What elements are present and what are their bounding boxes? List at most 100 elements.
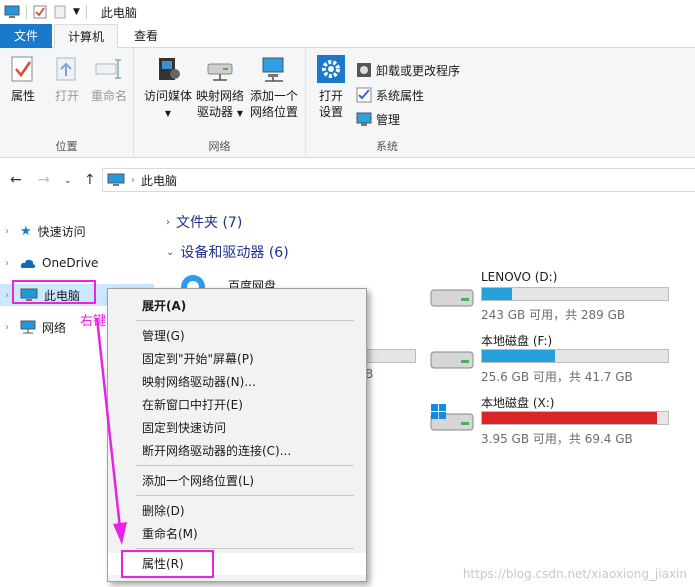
context-menu-item[interactable]: 在新窗口中打开(E) bbox=[108, 394, 366, 416]
recent-locations-chevron-icon[interactable]: ⌄ bbox=[64, 176, 72, 186]
context-menu-item[interactable]: 断开网络驱动器的连接(C)... bbox=[108, 440, 366, 462]
settings-gear-icon bbox=[317, 55, 345, 83]
properties-button[interactable]: 属性 bbox=[6, 54, 40, 104]
nav-item-quick-access[interactable]: › ★ 快速访问 bbox=[0, 220, 86, 242]
context-menu-item[interactable]: 管理(G) bbox=[108, 325, 366, 347]
address-path: 此电脑 bbox=[141, 173, 178, 188]
media-icon bbox=[159, 58, 180, 80]
tab-file[interactable]: 文件 bbox=[0, 24, 52, 48]
watermark: https://blog.csdn.net/xiaoxiong_jiaxin bbox=[462, 567, 687, 581]
nav-item-network[interactable]: › 网络 bbox=[0, 316, 66, 338]
cloud-icon bbox=[20, 259, 36, 268]
ribbon: 属性 打开 重命名 位置 访问媒体 ▼ 映射网络 驱动器 ▼ 添加一个 网络位置 bbox=[0, 48, 695, 158]
network-icon bbox=[20, 320, 36, 334]
menu-separator bbox=[136, 495, 354, 496]
folders-section-label: 文件夹 (7) bbox=[176, 215, 243, 231]
tab-computer[interactable]: 计算机 bbox=[54, 24, 118, 49]
rename-label: 重命名 bbox=[90, 89, 127, 103]
uninstall-program-button[interactable]: 卸载或更改程序 bbox=[356, 60, 460, 80]
nav-onedrive-label: OneDrive bbox=[42, 256, 99, 270]
network-location-icon bbox=[262, 57, 284, 82]
context-menu: 展开(A) 管理(G) 固定到"开始"屏幕(P) 映射网络驱动器(N)... 在新窗口中… bbox=[107, 288, 367, 582]
windows-drive-icon bbox=[430, 404, 474, 431]
open-settings-label-2: 设置 bbox=[318, 105, 343, 119]
address-toolbar: ← → ⌄ ↑ › 此电脑 bbox=[0, 158, 695, 202]
map-drive-label-2: 驱动器 bbox=[197, 105, 234, 119]
hard-drive-icon bbox=[430, 289, 474, 307]
access-media-label: 访问媒体 bbox=[143, 89, 192, 103]
context-menu-item[interactable]: 删除(D) bbox=[108, 500, 366, 522]
computer-icon bbox=[4, 5, 20, 18]
title-separator-2 bbox=[85, 5, 87, 19]
context-menu-item[interactable]: 重命名(M) bbox=[108, 523, 366, 545]
collapse-chevron-icon[interactable]: ⌄ bbox=[166, 247, 174, 258]
folders-section-header[interactable]: › 文件夹 (7) bbox=[166, 212, 242, 232]
manage-button[interactable]: 管理 bbox=[356, 109, 400, 129]
back-arrow-icon[interactable]: ← bbox=[10, 172, 22, 188]
tab-view[interactable]: 查看 bbox=[120, 24, 172, 48]
expand-chevron-icon[interactable]: › bbox=[0, 226, 14, 237]
open-icon bbox=[56, 57, 76, 81]
uninstall-icon bbox=[357, 63, 371, 77]
properties-quick-icon[interactable] bbox=[33, 5, 47, 19]
manage-icon bbox=[356, 112, 372, 126]
context-menu-item[interactable]: 固定到快速访问 bbox=[108, 417, 366, 439]
map-drive-label-1: 映射网络 bbox=[195, 89, 244, 103]
system-properties-button[interactable]: 系统属性 bbox=[356, 85, 424, 105]
access-media-button[interactable]: 访问媒体 ▼ bbox=[140, 54, 196, 122]
open-settings-button[interactable]: 打开 设置 bbox=[314, 54, 348, 120]
ribbon-group-network: 访问媒体 ▼ 映射网络 驱动器 ▼ 添加一个 网络位置 网络 bbox=[134, 48, 306, 158]
add-network-location-button[interactable]: 添加一个 网络位置 bbox=[246, 54, 302, 120]
collapse-chevron-icon[interactable]: › bbox=[166, 217, 170, 228]
drive-space-info: 243 GB 可用，共 289 GB bbox=[481, 308, 626, 322]
devices-section-header[interactable]: ⌄ 设备和驱动器 (6) bbox=[166, 242, 289, 262]
nav-network-label: 网络 bbox=[42, 320, 67, 335]
access-media-dropdown-icon: ▼ bbox=[164, 109, 172, 118]
drive-item[interactable]: 本地磁盘 (X:) 3.95 GB 可用，共 69.4 GB bbox=[481, 394, 681, 446]
new-folder-quick-icon[interactable] bbox=[53, 5, 67, 19]
expand-chevron-icon[interactable]: › bbox=[0, 322, 14, 333]
drive-item[interactable]: LENOVO (D:) 243 GB 可用，共 289 GB bbox=[481, 270, 681, 322]
system-properties-label: 系统属性 bbox=[376, 88, 425, 103]
system-properties-icon bbox=[356, 87, 372, 103]
drive-space-info: 3.95 GB 可用，共 69.4 GB bbox=[481, 432, 633, 446]
add-location-label-2: 网络位置 bbox=[249, 105, 298, 119]
map-network-drive-button[interactable]: 映射网络 驱动器 ▼ bbox=[194, 54, 246, 122]
menu-separator bbox=[136, 320, 354, 321]
up-arrow-icon[interactable]: ↑ bbox=[84, 172, 96, 188]
manage-label: 管理 bbox=[376, 112, 401, 127]
drive-name: LENOVO (D:) bbox=[481, 270, 558, 284]
context-menu-item[interactable]: 固定到"开始"屏幕(P) bbox=[108, 348, 366, 370]
add-location-label-1: 添加一个 bbox=[249, 89, 298, 103]
rename-icon bbox=[95, 59, 121, 79]
address-bar[interactable]: › 此电脑 bbox=[102, 168, 695, 192]
ribbon-group-system-label: 系统 bbox=[376, 140, 398, 153]
star-icon: ★ bbox=[20, 223, 32, 239]
rename-button[interactable]: 重命名 bbox=[88, 54, 130, 104]
drive-usage-fill bbox=[482, 350, 555, 362]
properties-label: 属性 bbox=[10, 89, 35, 103]
quick-access-toolbar-dropdown-icon[interactable]: ▼ bbox=[73, 7, 80, 17]
nav-item-onedrive[interactable]: › OneDrive bbox=[0, 252, 98, 274]
drive-usage-bar bbox=[481, 287, 669, 301]
address-chevron-icon[interactable]: › bbox=[131, 175, 135, 186]
forward-arrow-icon[interactable]: → bbox=[38, 172, 50, 188]
ribbon-group-location: 属性 打开 重命名 位置 bbox=[0, 48, 134, 158]
right-click-annotation: 右键 bbox=[80, 314, 107, 329]
context-menu-item[interactable]: 映射网络驱动器(N)... bbox=[108, 371, 366, 393]
context-menu-item[interactable]: 展开(A) bbox=[108, 295, 366, 317]
drive-usage-bar bbox=[481, 411, 669, 425]
open-button[interactable]: 打开 bbox=[50, 54, 84, 104]
drive-item[interactable]: 本地磁盘 (F:) 25.6 GB 可用，共 41.7 GB bbox=[481, 332, 681, 384]
menu-separator bbox=[136, 548, 354, 549]
open-label: 打开 bbox=[54, 89, 79, 103]
title-bar: ▼ 此电脑 bbox=[0, 0, 695, 24]
title-separator bbox=[26, 5, 27, 19]
context-menu-item[interactable]: 添加一个网络位置(L) bbox=[108, 470, 366, 492]
drive-usage-bar bbox=[481, 349, 669, 363]
map-drive-dropdown-icon: ▼ bbox=[236, 109, 243, 118]
drive-usage-fill bbox=[482, 288, 512, 300]
expand-chevron-icon[interactable]: › bbox=[0, 258, 14, 269]
drive-usage-fill bbox=[482, 412, 657, 424]
ribbon-group-network-label: 网络 bbox=[208, 140, 231, 153]
